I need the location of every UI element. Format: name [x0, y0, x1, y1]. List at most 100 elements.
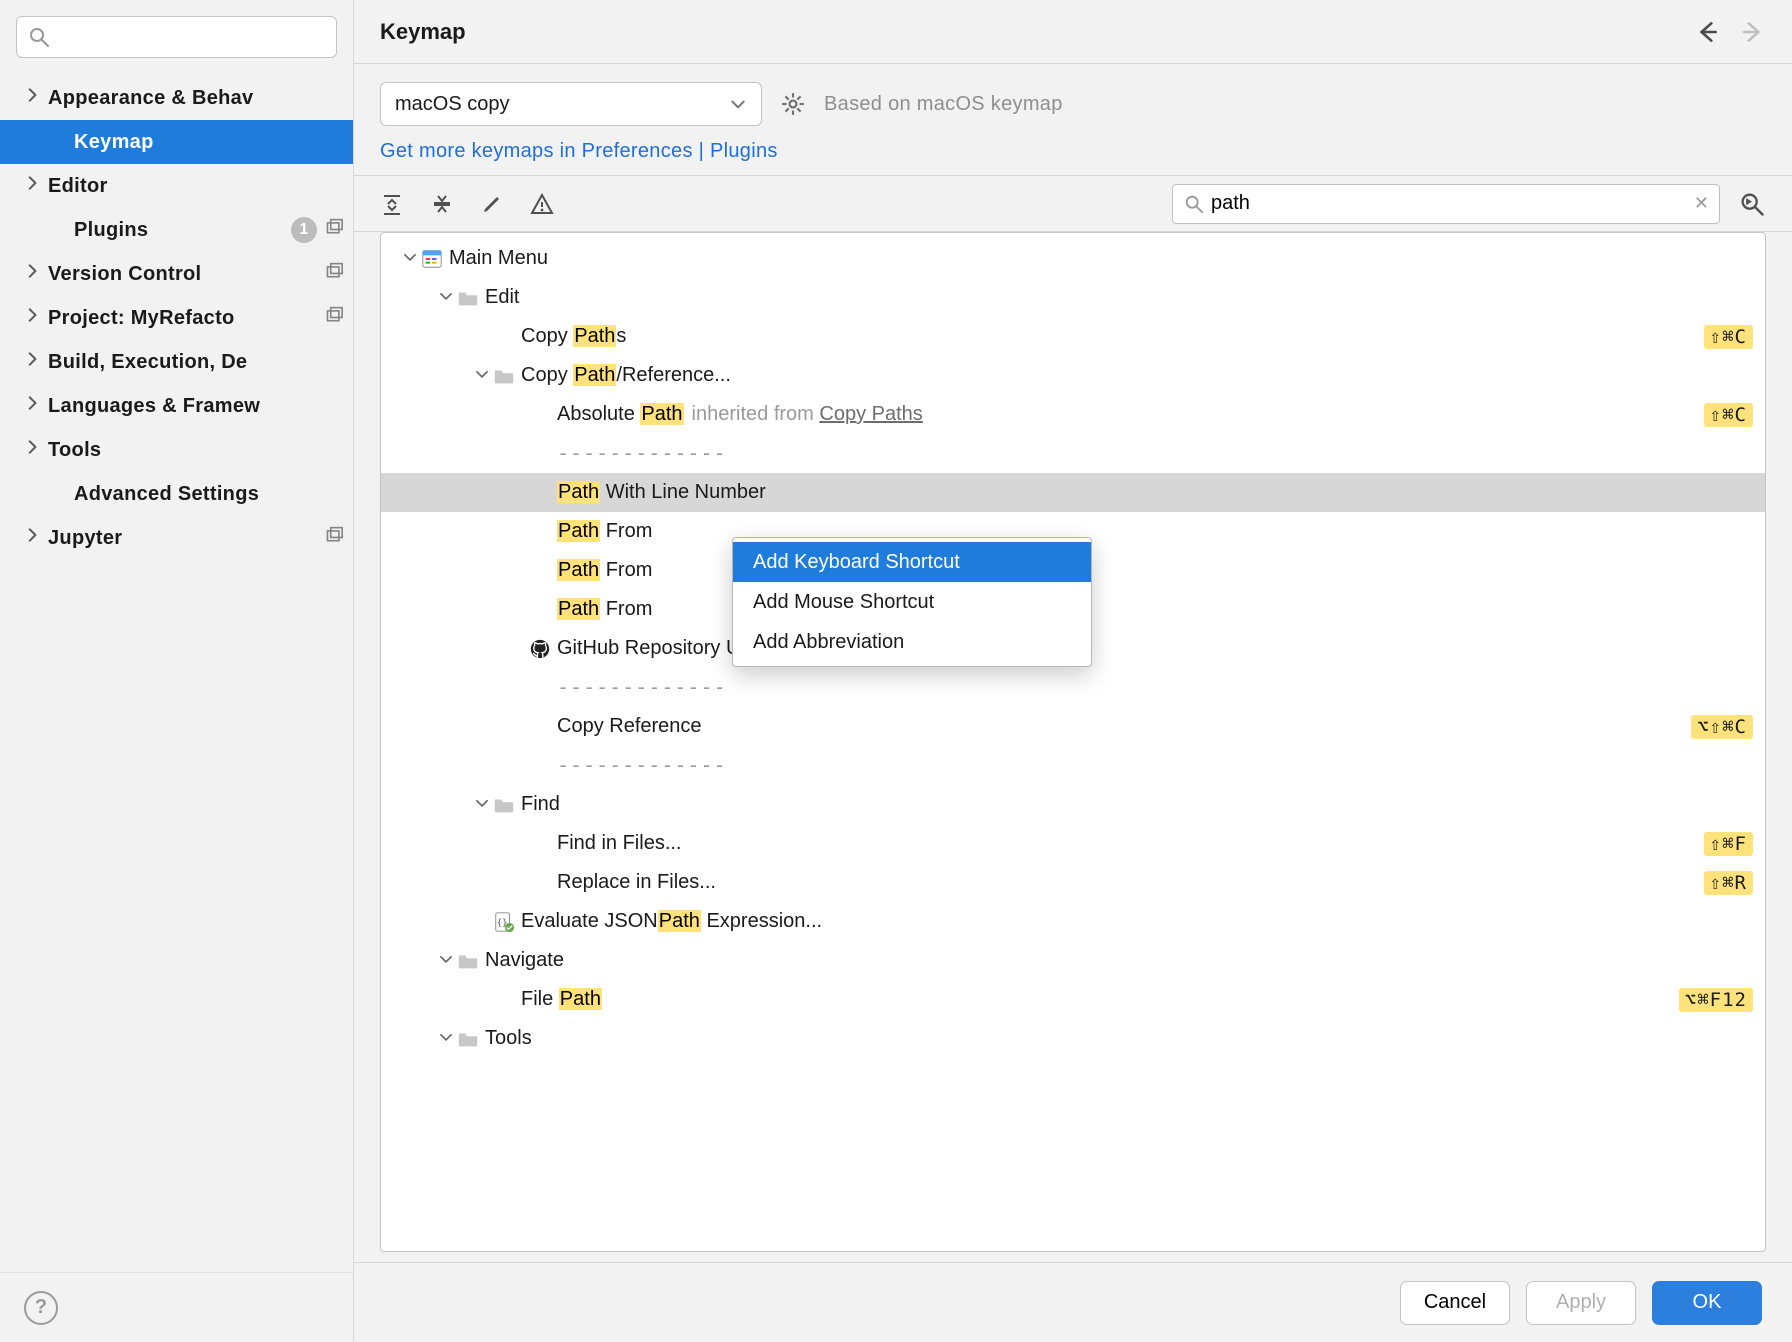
gear-icon[interactable]	[780, 91, 806, 117]
folder-icon	[457, 286, 479, 309]
shortcut-badge: ⌥⌘F12	[1679, 988, 1753, 1012]
github-icon	[529, 637, 551, 660]
sidebar-item-jupyter[interactable]: Jupyter	[0, 516, 353, 560]
tree-row-label: Main Menu	[449, 247, 548, 270]
tree-row[interactable]: Tools	[381, 1019, 1765, 1058]
help-icon[interactable]: ?	[24, 1291, 58, 1325]
update-count-badge: 1	[291, 217, 317, 243]
tree-row[interactable]: Path With Line Number	[381, 473, 1765, 512]
folder-icon	[493, 364, 515, 387]
tree-separator: -------------	[381, 746, 1765, 785]
tree-row[interactable]: Copy Path/Reference...	[381, 356, 1765, 395]
chevron-right-icon	[24, 394, 42, 418]
tree-row[interactable]: Find in Files... ⇧⌘F	[381, 824, 1765, 863]
actions-tree[interactable]: Main MenuEditCopy Paths⇧⌘CCopy Path/Refe…	[380, 232, 1766, 1252]
expand-toggle-icon[interactable]	[471, 366, 493, 385]
sidebar-search-input[interactable]	[51, 26, 326, 48]
tree-row[interactable]: Navigate	[381, 941, 1765, 980]
context-menu-item-add-abbreviation[interactable]: Add Abbreviation	[733, 622, 1091, 662]
chevron-right-icon	[24, 174, 42, 198]
conflicts-icon[interactable]	[530, 192, 554, 216]
sidebar-item-editor[interactable]: Editor	[0, 164, 353, 208]
tree-row-label: Path From	[557, 520, 652, 543]
tree-row-label: Find	[521, 793, 560, 816]
expand-toggle-icon[interactable]	[399, 249, 421, 268]
sidebar-item-version-control[interactable]: Version Control	[0, 252, 353, 296]
edit-icon[interactable]	[480, 192, 504, 216]
sidebar-item-build-execution-de[interactable]: Build, Execution, De	[0, 340, 353, 384]
shortcut-badge: ⌥⇧⌘C	[1691, 715, 1753, 739]
sidebar-item-advanced-settings[interactable]: Advanced Settings	[0, 472, 353, 516]
tree-row-label: Copy Reference	[557, 715, 702, 738]
search-icon	[27, 25, 51, 49]
tree-row-label: -------------	[557, 441, 727, 466]
collapse-all-icon[interactable]	[430, 192, 454, 216]
chevron-right-icon	[24, 526, 42, 550]
sidebar-item-label: Keymap	[74, 131, 343, 154]
shortcut-badge: ⇧⌘C	[1704, 403, 1753, 427]
tree-row-label: Path From	[557, 598, 652, 621]
tree-row-label: Evaluate JSONPath Expression...	[521, 910, 822, 933]
expand-all-icon[interactable]	[380, 192, 404, 216]
sidebar-item-keymap[interactable]: Keymap	[0, 120, 353, 164]
tree-row-label: Find in Files...	[557, 832, 681, 855]
tree-row-label: -------------	[557, 675, 727, 700]
tree-row-label: Copy Path/Reference...	[521, 364, 731, 387]
cancel-button[interactable]: Cancel	[1400, 1281, 1510, 1325]
tree-row[interactable]: Copy Reference ⌥⇧⌘C	[381, 707, 1765, 746]
sidebar-search[interactable]	[16, 16, 337, 58]
keymap-scheme-select[interactable]: macOS copy	[380, 82, 762, 126]
expand-toggle-icon[interactable]	[435, 1029, 457, 1048]
sidebar-item-appearance-behav[interactable]: Appearance & Behav	[0, 76, 353, 120]
sidebar-item-label: Editor	[48, 175, 343, 198]
tree-row[interactable]: File Path ⌥⌘F12	[381, 980, 1765, 1019]
menu-icon	[421, 247, 443, 270]
tree-row[interactable]: Copy Paths⇧⌘C	[381, 317, 1765, 356]
nav-back-icon[interactable]	[1694, 19, 1720, 45]
main-panel: Keymap macOS copy Based on macOS keymap …	[354, 0, 1792, 1342]
tree-row[interactable]: Find	[381, 785, 1765, 824]
expand-toggle-icon[interactable]	[435, 951, 457, 970]
nav-forward-icon	[1740, 19, 1766, 45]
shortcut-badge: ⇧⌘F	[1704, 832, 1753, 856]
sidebar-item-languages-framew[interactable]: Languages & Framew	[0, 384, 353, 428]
tree-row[interactable]: Main Menu	[381, 239, 1765, 278]
tree-row-label: Navigate	[485, 949, 564, 972]
popout-icon	[325, 306, 343, 330]
get-more-keymaps-link[interactable]: Get more keymaps in Preferences | Plugin…	[380, 140, 778, 163]
clear-search-icon[interactable]: ✕	[1694, 193, 1709, 214]
chevron-right-icon	[24, 350, 42, 374]
actions-search-input[interactable]	[1211, 192, 1694, 215]
chevron-right-icon	[24, 306, 42, 330]
popout-icon	[325, 526, 343, 550]
chevron-right-icon	[24, 262, 42, 286]
search-icon	[1183, 193, 1205, 215]
tree-row-label: Copy Paths	[521, 325, 626, 348]
tree-row[interactable]: Replace in Files...⇧⌘R	[381, 863, 1765, 902]
tree-row[interactable]: Absolute Pathinherited from Copy Paths⇧⌘…	[381, 395, 1765, 434]
sidebar-item-plugins[interactable]: Plugins1	[0, 208, 353, 252]
chevron-right-icon	[24, 438, 42, 462]
ok-button[interactable]: OK	[1652, 1281, 1762, 1325]
sidebar-item-label: Build, Execution, De	[48, 351, 343, 374]
sidebar-item-project-myrefacto[interactable]: Project: MyRefacto	[0, 296, 353, 340]
inherited-link[interactable]: Copy Paths	[819, 403, 922, 425]
shortcut-context-menu[interactable]: Add Keyboard ShortcutAdd Mouse ShortcutA…	[732, 537, 1092, 667]
sidebar-item-label: Advanced Settings	[74, 483, 343, 506]
actions-search[interactable]: ✕	[1172, 184, 1720, 224]
inherited-from-text: inherited from Copy Paths	[692, 403, 923, 426]
tree-separator: -------------	[381, 434, 1765, 473]
context-menu-item-add-keyboard-shortcut[interactable]: Add Keyboard Shortcut	[733, 542, 1091, 582]
find-by-shortcut-icon[interactable]	[1738, 190, 1766, 218]
tree-row[interactable]: Edit	[381, 278, 1765, 317]
expand-toggle-icon[interactable]	[435, 288, 457, 307]
context-menu-item-add-mouse-shortcut[interactable]: Add Mouse Shortcut	[733, 582, 1091, 622]
expand-toggle-icon[interactable]	[471, 795, 493, 814]
tree-row-label: File Path	[521, 988, 602, 1011]
tree-row[interactable]: Evaluate JSONPath Expression...	[381, 902, 1765, 941]
sidebar-item-tools[interactable]: Tools	[0, 428, 353, 472]
page-title: Keymap	[380, 19, 1694, 45]
shortcut-badge: ⇧⌘R	[1704, 871, 1753, 895]
apply-button: Apply	[1526, 1281, 1636, 1325]
tree-row-label: Path With Line Number	[557, 481, 766, 504]
